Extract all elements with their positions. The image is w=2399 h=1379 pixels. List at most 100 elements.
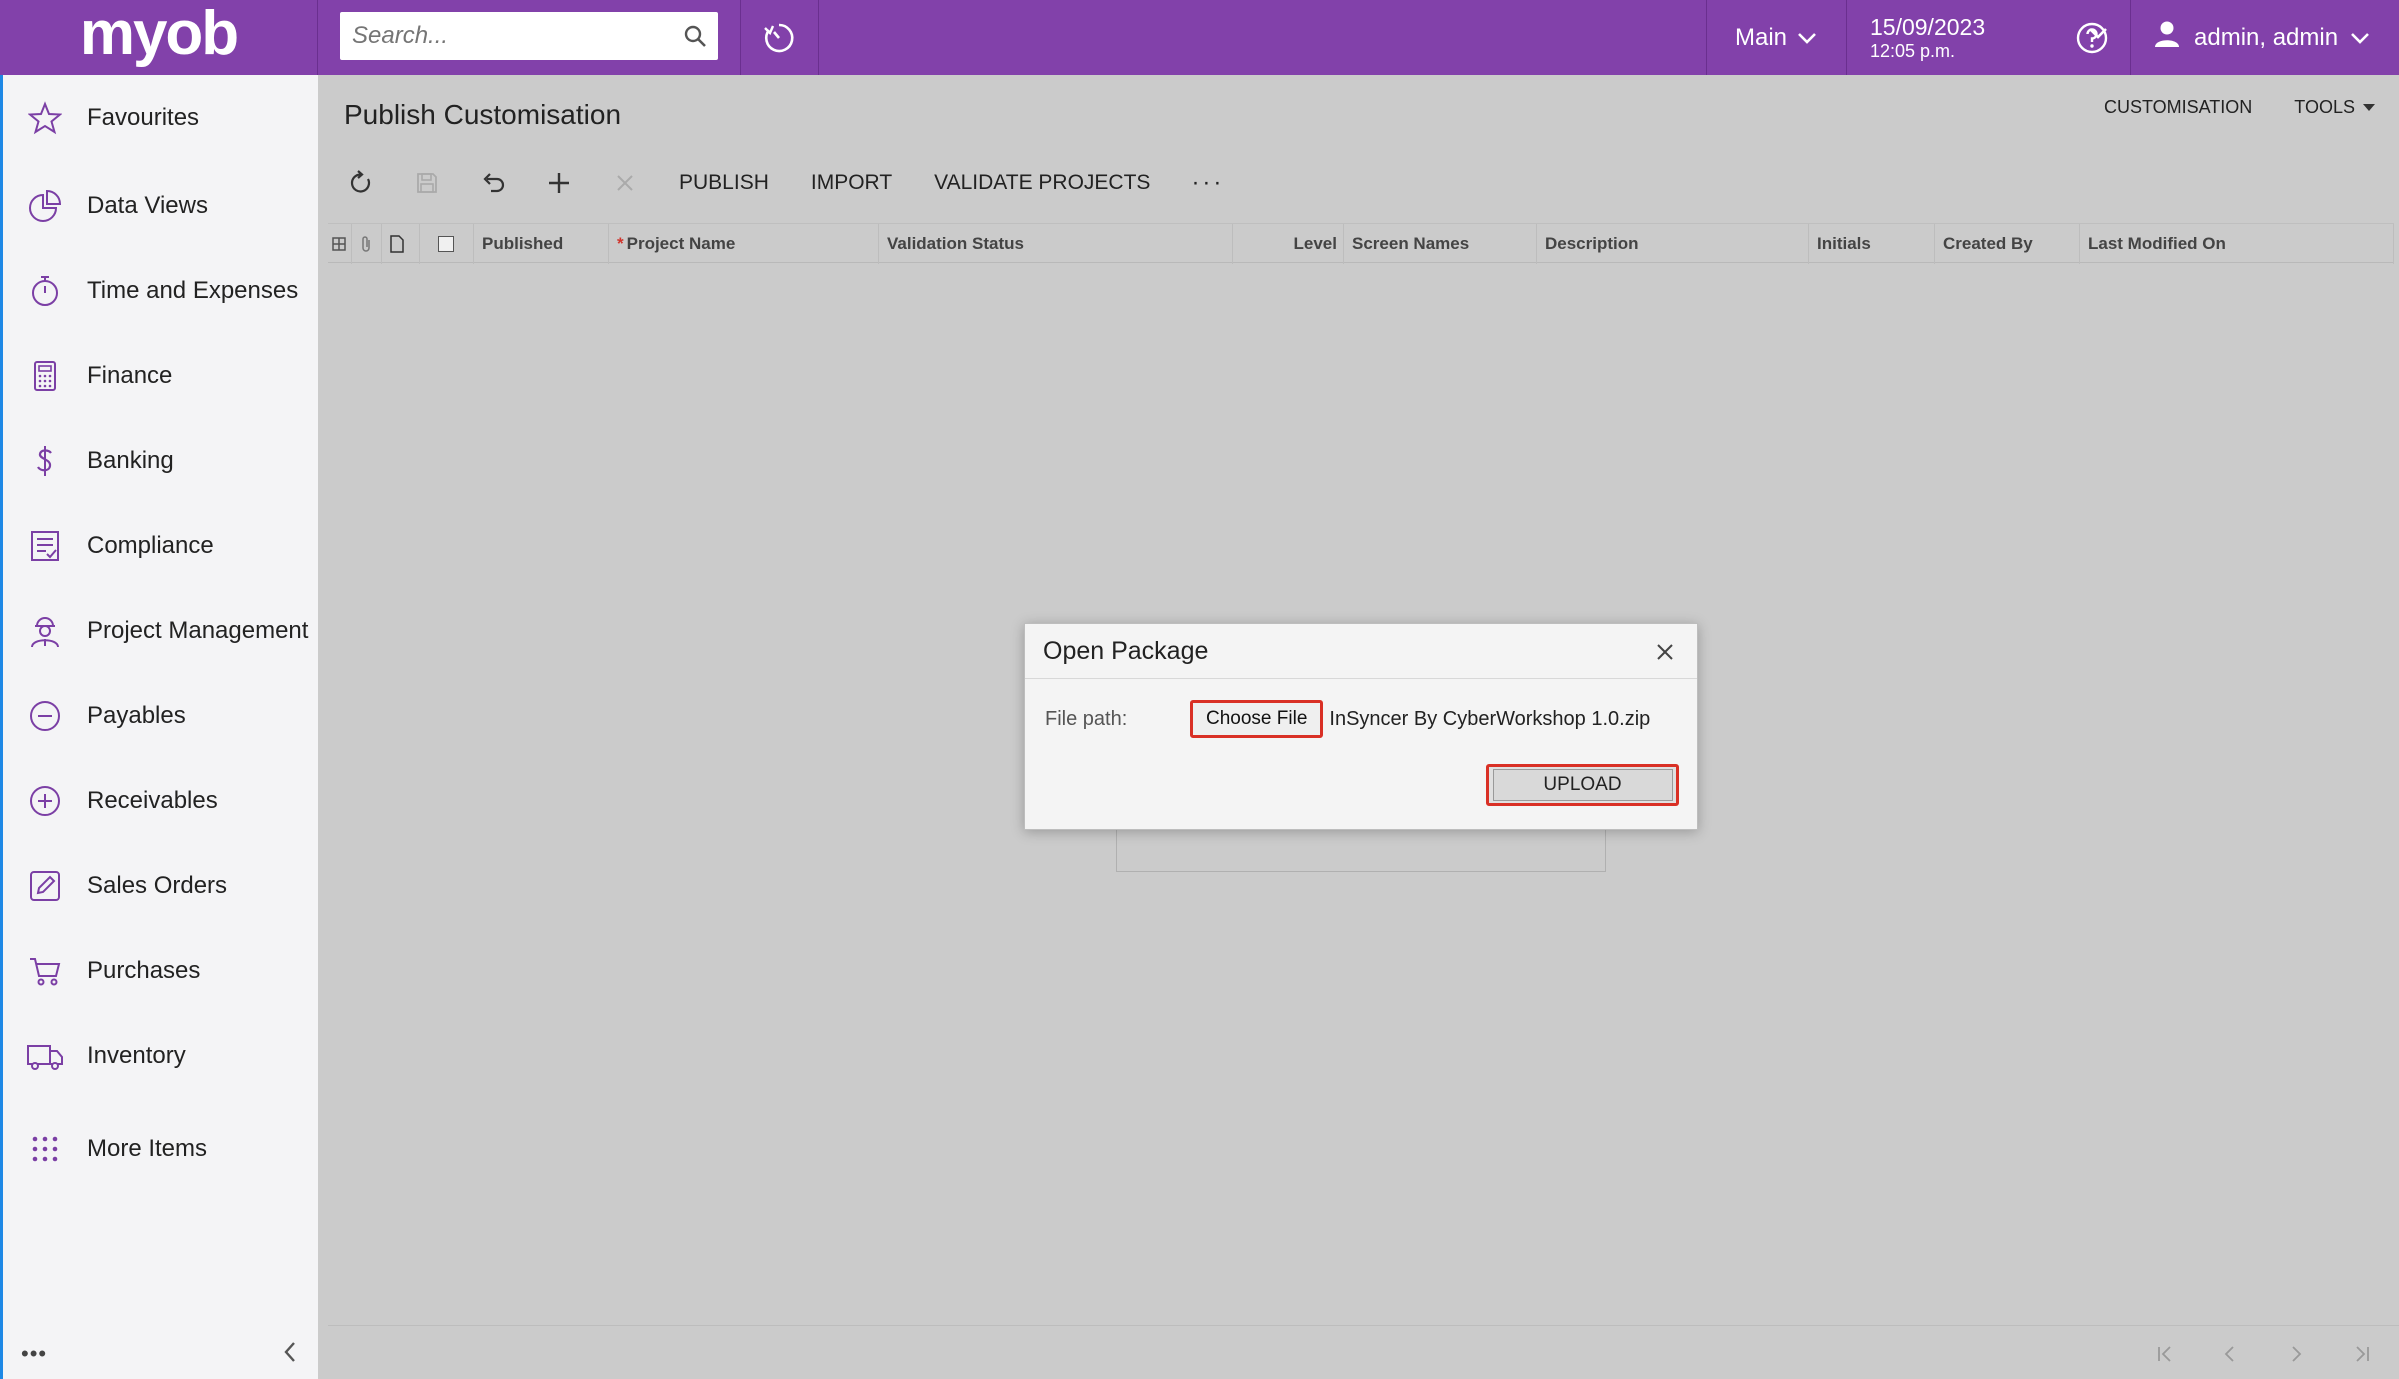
plus-circle-icon: [3, 784, 87, 818]
pager: [328, 1325, 2399, 1379]
business-date: 15/09/2023: [1870, 13, 1986, 40]
company-selector[interactable]: Main: [1706, 0, 1846, 75]
column-screen-names[interactable]: Screen Names: [1344, 224, 1537, 264]
column-project-name[interactable]: * Project Name: [609, 224, 879, 264]
search-input[interactable]: [340, 12, 672, 60]
more-actions-button[interactable]: ···: [1171, 155, 1244, 211]
user-menu[interactable]: admin, admin: [2152, 0, 2399, 75]
sidebar-footer: •••: [3, 1329, 319, 1379]
sidebar-item-sales-orders[interactable]: Sales Orders: [3, 856, 319, 916]
sidebar-item-label: More Items: [87, 1135, 208, 1162]
edit-icon: [3, 869, 87, 903]
checklist-icon: [3, 529, 87, 563]
sidebar-item-label: Data Views: [87, 192, 208, 219]
upload-button[interactable]: UPLOAD: [1486, 764, 1679, 806]
minus-circle-icon: [3, 699, 87, 733]
search-box[interactable]: [340, 12, 718, 60]
sidebar-item-more-items[interactable]: More Items: [3, 1119, 319, 1179]
select-all-checkbox[interactable]: [420, 224, 474, 264]
dollar-icon: [3, 444, 87, 478]
save-icon[interactable]: [394, 155, 460, 211]
sidebar-item-data-views[interactable]: Data Views: [3, 176, 319, 236]
sidebar-item-receivables[interactable]: Receivables: [3, 771, 319, 831]
sidebar-item-banking[interactable]: Banking: [3, 431, 319, 491]
sidebar-item-label: Banking: [87, 447, 174, 474]
tools-menu[interactable]: TOOLS: [2294, 97, 2375, 118]
user-name: admin, admin: [2194, 23, 2339, 51]
history-icon[interactable]: [740, 0, 818, 75]
sidebar-item-label: Compliance: [87, 532, 214, 559]
refresh-icon[interactable]: [328, 155, 394, 211]
chevron-down-icon: [1797, 24, 1817, 52]
caret-down-icon: [2363, 103, 2375, 111]
sidebar-item-inventory[interactable]: Inventory: [3, 1026, 319, 1086]
import-button[interactable]: IMPORT: [790, 155, 913, 211]
search-icon[interactable]: [672, 24, 718, 48]
sidebar-item-project-management[interactable]: Project Management: [3, 601, 319, 661]
sidebar-item-time-and-expenses[interactable]: Time and Expenses: [3, 261, 319, 321]
choose-file-button[interactable]: Choose File: [1190, 700, 1324, 738]
grid-dots-icon: [3, 1134, 87, 1164]
sidebar-item-label: Sales Orders: [87, 872, 228, 899]
column-description[interactable]: Description: [1537, 224, 1809, 264]
sidebar-item-label: Payables: [87, 702, 186, 729]
publish-button[interactable]: PUBLISH: [658, 155, 790, 211]
column-created-by[interactable]: Created By: [1935, 224, 2080, 264]
upload-label: UPLOAD: [1492, 769, 1673, 801]
close-icon[interactable]: [1653, 640, 1677, 664]
user-icon: [2152, 19, 2182, 56]
collapse-sidebar-icon[interactable]: [281, 1339, 299, 1370]
column-validation-status[interactable]: Validation Status: [879, 224, 1233, 264]
delete-icon[interactable]: [592, 155, 658, 211]
column-published[interactable]: Published: [474, 224, 609, 264]
validate-projects-button[interactable]: VALIDATE PROJECTS: [913, 155, 1171, 211]
sidebar-item-payables[interactable]: Payables: [3, 686, 319, 746]
previous-page-icon[interactable]: [2215, 1340, 2245, 1368]
sidebar-item-label: Favourites: [87, 104, 200, 131]
open-package-dialog: Open Package File path: Choose File InSy…: [1024, 623, 1698, 830]
sidebar: Favourites Data Views Time and Expenses …: [0, 75, 318, 1379]
last-page-icon[interactable]: [2347, 1340, 2377, 1368]
toolbar: PUBLISH IMPORT VALIDATE PROJECTS ···: [328, 155, 1244, 211]
next-page-icon[interactable]: [2281, 1340, 2311, 1368]
truck-icon: [3, 1039, 87, 1073]
pie-chart-icon: [3, 189, 87, 223]
attachment-column-icon[interactable]: [352, 224, 382, 264]
grid-header: Published * Project Name Validation Statu…: [328, 223, 2394, 264]
sidebar-item-purchases[interactable]: Purchases: [3, 941, 319, 1001]
myob-logo[interactable]: myob: [0, 0, 318, 75]
page-title: Publish Customisation: [344, 99, 622, 130]
company-label: Main: [1734, 23, 1788, 51]
sidebar-item-finance[interactable]: Finance: [3, 346, 319, 406]
grid-settings-icon[interactable]: [328, 224, 352, 264]
customisation-link[interactable]: CUSTOMISATION: [2104, 97, 2252, 118]
tools-label: TOOLS: [2294, 97, 2355, 117]
selected-file-name: InSyncer By CyberWorkshop 1.0.zip: [1329, 707, 1651, 730]
calculator-icon: [3, 359, 87, 393]
add-icon[interactable]: [526, 155, 592, 211]
dialog-header: Open Package: [1025, 624, 1697, 679]
sidebar-item-label: Purchases: [87, 957, 201, 984]
sidebar-item-compliance[interactable]: Compliance: [3, 516, 319, 576]
first-page-icon[interactable]: [2150, 1340, 2180, 1368]
star-icon: [3, 101, 87, 135]
column-last-modified-on[interactable]: Last Modified On: [2080, 224, 2394, 264]
sidebar-item-favourites[interactable]: Favourites: [3, 88, 319, 148]
chevron-down-icon: [2350, 24, 2370, 52]
undo-icon[interactable]: [460, 155, 526, 211]
sidebar-item-label: Time and Expenses: [87, 277, 299, 304]
column-level[interactable]: Level: [1233, 224, 1344, 264]
help-icon[interactable]: [2062, 0, 2122, 75]
background-panel: [1116, 830, 1606, 872]
sidebar-item-label: Receivables: [87, 787, 218, 814]
worker-icon: [3, 614, 87, 648]
column-initials[interactable]: Initials: [1809, 224, 1935, 264]
column-label: Project Name: [626, 234, 736, 253]
more-options-icon[interactable]: •••: [21, 1341, 47, 1367]
required-mark: *: [617, 234, 624, 253]
notes-column-icon[interactable]: [382, 224, 420, 264]
sidebar-item-label: Finance: [87, 362, 173, 389]
sidebar-item-label: Project Management: [87, 617, 309, 644]
file-path-label: File path:: [1045, 707, 1128, 730]
stopwatch-icon: [3, 274, 87, 308]
